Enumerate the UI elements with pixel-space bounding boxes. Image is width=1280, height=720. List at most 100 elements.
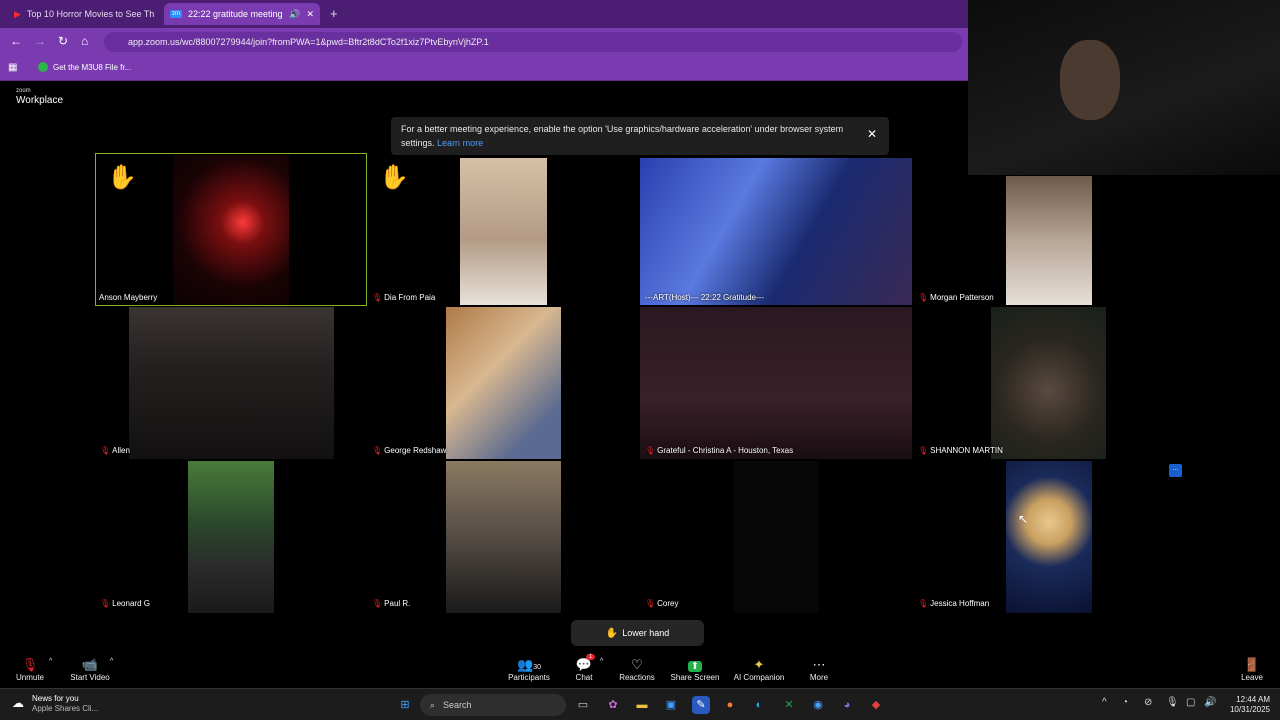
copilot-icon[interactable]: ✿ [604,696,622,714]
url-input[interactable]: app.zoom.us/wc/88007279944/join?fromPWA=… [104,32,962,52]
video-off-icon: 📹 [81,657,99,672]
leave-icon: 🚪 [1243,657,1261,672]
search-icon: ⌕ [430,699,436,710]
volume-icon[interactable]: 🔊 [1204,697,1216,708]
participant-name: 🎙 Jessica Hoffman [918,599,990,608]
browser-tab-bar: ▶ Top 10 Horror Movies to See Th ✕ zm 22… [0,0,968,28]
raised-hand-icon: ✋ [379,164,409,191]
file-explorer-icon[interactable]: ▬ [633,696,651,714]
participant-video [640,307,912,459]
more-icon: ⋯ [812,657,826,672]
browser-tab-youtube[interactable]: ▶ Top 10 Horror Movies to See Th ✕ [8,3,160,25]
reload-icon[interactable]: ↻ [58,34,68,48]
participant-video [446,461,561,613]
firefox-icon[interactable]: ● [721,696,739,714]
self-view-video [968,0,1280,175]
muted-icon: 🎙 [372,293,383,302]
chat-icon: 💬 [575,657,593,672]
taskbar-search[interactable]: ⌕ Search [420,694,566,716]
chevron-up-icon[interactable]: ^ [600,658,603,665]
app-icon[interactable]: ✎ [692,696,710,714]
unmute-button[interactable]: 🎙 Unmute [12,656,48,682]
zoom-logo: zoom Workplace [16,88,64,106]
muted-icon: 🎙 [645,446,656,455]
muted-icon: 🎙 [372,599,383,608]
new-tab-button[interactable]: + [330,6,338,21]
news-widget[interactable]: ☁ News for you Apple Shares Cli... [12,694,98,714]
apps-grid-icon[interactable]: ▦ [8,62,17,73]
participant-name: 🎙 George Redshaw [372,446,447,455]
bookmark-icon [38,62,48,72]
chat-button[interactable]: 💬 Chat 1 [568,654,600,682]
edge-icon[interactable]: ◐ [750,696,768,714]
participant-video [129,307,334,459]
sparkle-icon: ✦ [753,657,765,672]
microphone-icon[interactable]: 🎙 [1166,697,1179,708]
browser-address-bar: ← → ↻ ⌂ app.zoom.us/wc/88007279944/join?… [0,28,968,56]
more-options-button[interactable]: … [1169,464,1182,477]
participant-video [460,158,547,305]
chevron-up-icon[interactable]: ^ [49,658,52,665]
excel-icon[interactable]: ✕ [780,696,798,714]
ai-companion-button[interactable]: ✦ AI Companion [730,656,788,682]
store-icon[interactable]: ▣ [662,696,680,714]
muted-icon: 🎙 [100,446,111,455]
mouse-cursor-icon: ↖ [1018,512,1029,526]
share-screen-button[interactable]: ⬆ Share Screen [668,656,722,682]
participants-icon: 👥30 [517,657,541,672]
youtube-icon: ▶ [14,8,21,19]
participant-name: Anson Mayberry [99,293,158,302]
muted-icon: 🎙 [918,599,929,608]
more-button[interactable]: ⋯ More [804,656,834,682]
chrome-icon[interactable]: ◉ [809,696,827,714]
muted-icon: 🎙 [918,446,929,455]
network-icon[interactable]: ◔ [1122,697,1128,708]
muted-icon: 🎙 [918,293,929,302]
muted-icon: 🎙 [645,599,656,608]
participant-video [734,461,819,613]
start-video-button[interactable]: 📹 Start Video [66,656,114,682]
lower-hand-button[interactable]: ✋ Lower hand [571,620,704,646]
participant-video [188,461,274,613]
forward-icon[interactable]: → [34,34,46,48]
bookmark-item[interactable]: Get the M3U8 File fr... [38,62,131,72]
notifications-off-icon[interactable]: ⊘ [1144,697,1152,708]
participant-name: 🎙 Leonard G [100,599,150,608]
self-view-person [1060,40,1120,120]
discord-icon[interactable]: ◕ [838,696,856,714]
reactions-button[interactable]: ♡ Reactions [616,656,658,682]
display-icon[interactable]: ▢ [1186,697,1195,708]
participant-video [640,158,912,305]
task-view-icon[interactable]: ▭ [574,696,592,714]
participant-video [1006,461,1092,613]
participant-name: ---ART(Host)--- 22:22 Gratitude--- [645,293,764,302]
close-icon[interactable]: ✕ [867,127,877,141]
back-icon[interactable]: ← [10,34,22,48]
microphone-muted-icon: 🎙 [21,657,39,672]
close-icon[interactable]: ✕ [306,9,314,20]
browser-tab-zoom[interactable]: zm 22:22 gratitude meeting 🔊 ✕ [164,3,320,25]
weather-icon: ☁ [12,696,24,710]
speaker-icon[interactable]: 🔊 [289,9,300,20]
participant-video [446,307,561,459]
participant-name: 🎙 Grateful - Christina A - Houston, Texas [645,446,794,455]
muted-icon: 🎙 [372,446,383,455]
leave-button[interactable]: 🚪 Leave [1238,656,1266,682]
bookmarks-bar: ▦ Get the M3U8 File fr... [0,56,968,81]
participant-video [1006,176,1092,305]
windows-start-icon[interactable]: ⊞ [396,696,414,714]
muted-icon: 🎙 [100,599,111,608]
participant-name: 🎙 Dia From Paia [372,293,436,302]
home-icon[interactable]: ⌂ [81,34,88,48]
participant-name: 🎙 Paul R. [372,599,411,608]
participants-button[interactable]: 👥30 Participants [506,656,552,682]
hardware-acceleration-banner: For a better meeting experience, enable … [391,117,889,155]
chevron-up-icon[interactable]: ^ [1102,697,1107,708]
participant-video [991,307,1106,459]
participant-name: 🎙 Corey [645,599,679,608]
app-icon[interactable]: ◆ [867,696,885,714]
participant-name: 🎙 SHANNON MARTIN [918,446,1003,455]
chevron-up-icon[interactable]: ^ [110,658,113,665]
learn-more-link[interactable]: Learn more [437,138,483,148]
taskbar-clock[interactable]: 12:44 AM 10/31/2025 [1230,695,1270,715]
